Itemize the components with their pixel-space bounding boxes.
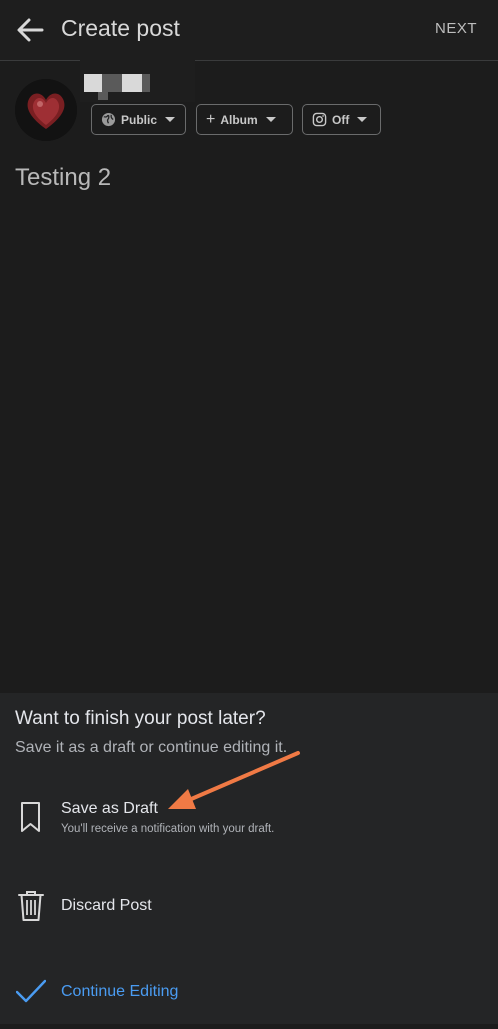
avatar[interactable] [15, 79, 77, 141]
album-selector[interactable]: + Album [196, 104, 293, 135]
album-label: Album [220, 112, 258, 127]
trash-icon [16, 888, 46, 922]
globe-icon [101, 112, 116, 127]
save-as-draft-label: Save as Draft [61, 800, 158, 817]
continue-editing-option[interactable]: Continue Editing [0, 969, 498, 1029]
save-as-draft-sublabel: You'll receive a notification with your … [61, 823, 275, 835]
check-icon [16, 979, 46, 1013]
continue-editing-label: Continue Editing [61, 983, 179, 1000]
annotation-arrow [168, 751, 300, 809]
plus-icon: + [206, 110, 216, 128]
user-name-redacted [80, 58, 195, 102]
privacy-selector[interactable]: Public [91, 104, 186, 135]
bookmark-icon [16, 800, 46, 834]
chevron-down-icon [357, 117, 368, 122]
next-button[interactable]: NEXT [435, 20, 477, 37]
privacy-label: Public [121, 112, 158, 127]
chevron-down-icon [165, 117, 176, 122]
instagram-label: Off [332, 112, 350, 127]
discard-post-label: Discard Post [61, 897, 152, 914]
back-arrow-icon[interactable] [14, 14, 46, 46]
draft-bottom-sheet: Want to finish your post later? Save it … [0, 693, 498, 1024]
instagram-share-selector[interactable]: Off [302, 104, 381, 135]
instagram-icon [312, 112, 327, 127]
discard-post-option[interactable]: Discard Post [0, 883, 498, 943]
page-title: Create post [61, 15, 180, 41]
top-bar: Create post NEXT [0, 0, 498, 61]
post-text-input[interactable]: Testing 2 [15, 164, 111, 192]
chevron-down-icon [265, 117, 276, 122]
sheet-title: Want to finish your post later? [15, 708, 266, 729]
